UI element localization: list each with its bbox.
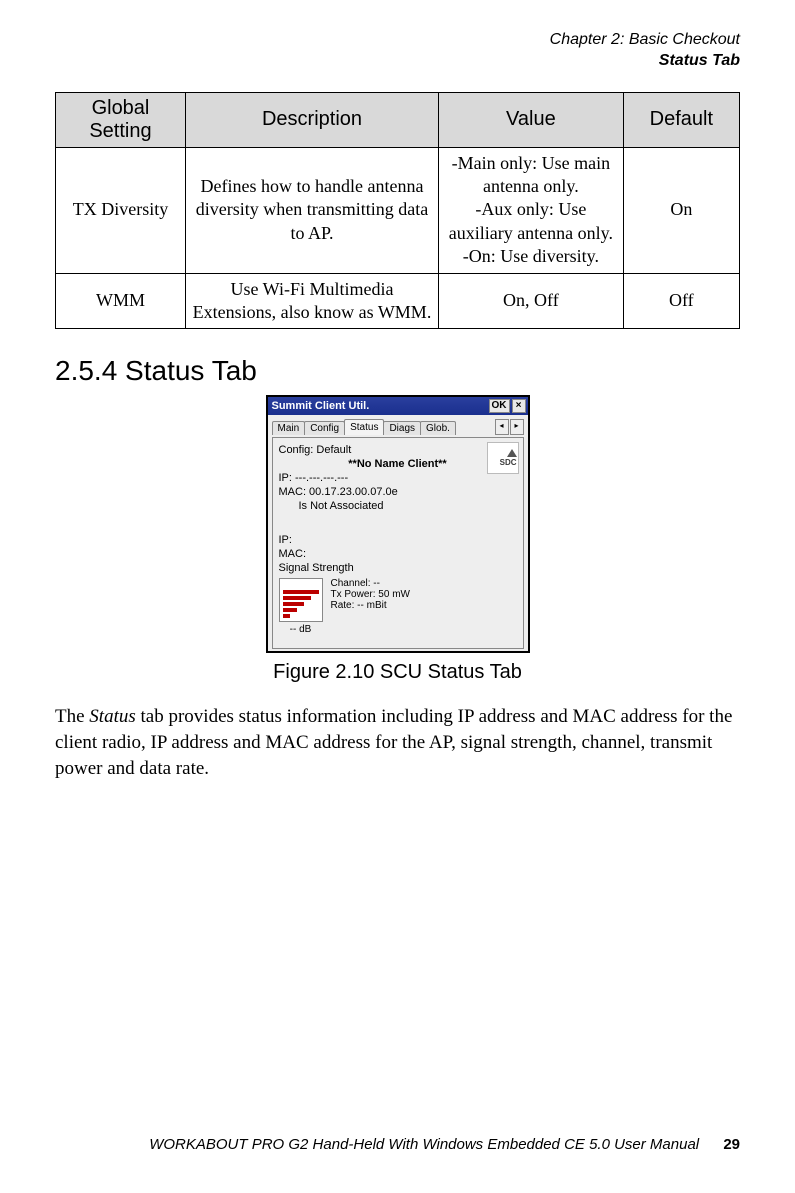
page-number: 29 — [723, 1136, 740, 1153]
table-row: TX Diversity Defines how to handle anten… — [56, 147, 740, 273]
signal-rate: Rate: -- mBit — [331, 600, 410, 611]
scu-window-title: Summit Client Util. — [270, 400, 487, 412]
scu-ap-ip-line: IP: — [279, 534, 517, 546]
signal-txpower: Tx Power: 50 mW — [331, 589, 410, 600]
scu-config-line: Config: Default — [279, 444, 517, 456]
scu-ap-mac-line: MAC: — [279, 548, 517, 560]
signal-strength-icon — [279, 578, 323, 622]
cell-value: -Main only: Use main antenna only. -Aux … — [439, 147, 624, 273]
th-setting: Global Setting — [56, 92, 186, 147]
scu-mac-line: MAC: 00.17.23.00.07.0e — [279, 486, 517, 498]
th-value: Value — [439, 92, 624, 147]
tab-status[interactable]: Status — [344, 419, 384, 435]
cell-default: On — [623, 147, 739, 273]
ok-button[interactable]: OK — [489, 399, 510, 413]
table-row: WMM Use Wi-Fi Multimedia Extensions, als… — [56, 273, 740, 329]
tab-scroll: ◂ ▸ — [495, 419, 524, 435]
body-paragraph: The Status tab provides status informati… — [55, 704, 740, 781]
cell-description: Defines how to handle antenna diversity … — [185, 147, 438, 273]
signal-details: Channel: -- Tx Power: 50 mW Rate: -- mBi… — [331, 578, 410, 611]
scu-client-name: **No Name Client** — [279, 458, 517, 470]
tab-config[interactable]: Config — [304, 421, 345, 435]
figure-caption: Figure 2.10 SCU Status Tab — [273, 661, 522, 684]
footer-text: WORKABOUT PRO G2 Hand-Held With Windows … — [149, 1136, 699, 1153]
cell-default: Off — [623, 273, 739, 329]
scu-assoc-status: Is Not Associated — [299, 500, 517, 512]
cell-value: On, Off — [439, 273, 624, 329]
scu-screenshot: Summit Client Util. OK × Main Config Sta… — [266, 395, 530, 653]
section-heading: 2.5.4 Status Tab — [55, 355, 740, 387]
tab-diags[interactable]: Diags — [383, 421, 421, 435]
sdc-logo-icon: SDC — [487, 442, 519, 474]
signal-db: -- dB — [290, 624, 312, 635]
scu-titlebar: Summit Client Util. OK × — [268, 397, 528, 415]
cell-setting: TX Diversity — [56, 147, 186, 273]
global-settings-table: Global Setting Description Value Default… — [55, 92, 740, 330]
header-chapter: Chapter 2: Basic Checkout — [55, 30, 740, 51]
page-header: Chapter 2: Basic Checkout Status Tab — [55, 30, 740, 72]
scu-tabstrip: Main Config Status Diags Glob. ◂ ▸ — [272, 419, 524, 435]
cell-description: Use Wi-Fi Multimedia Extensions, also kn… — [185, 273, 438, 329]
header-section: Status Tab — [55, 51, 740, 72]
scu-ip-line: IP: ---.---.---.--- — [279, 472, 517, 484]
signal-channel: Channel: -- — [331, 578, 410, 589]
cell-setting: WMM — [56, 273, 186, 329]
tab-scroll-right-icon[interactable]: ▸ — [510, 419, 524, 435]
scu-signal-label: Signal Strength — [279, 562, 517, 574]
scu-status-panel: SDC Config: Default **No Name Client** I… — [272, 437, 524, 649]
th-description: Description — [185, 92, 438, 147]
tab-scroll-left-icon[interactable]: ◂ — [495, 419, 509, 435]
th-default: Default — [623, 92, 739, 147]
tab-global[interactable]: Glob. — [420, 421, 456, 435]
close-button[interactable]: × — [512, 399, 526, 413]
tab-main[interactable]: Main — [272, 421, 306, 435]
page-footer: WORKABOUT PRO G2 Hand-Held With Windows … — [55, 1136, 740, 1153]
